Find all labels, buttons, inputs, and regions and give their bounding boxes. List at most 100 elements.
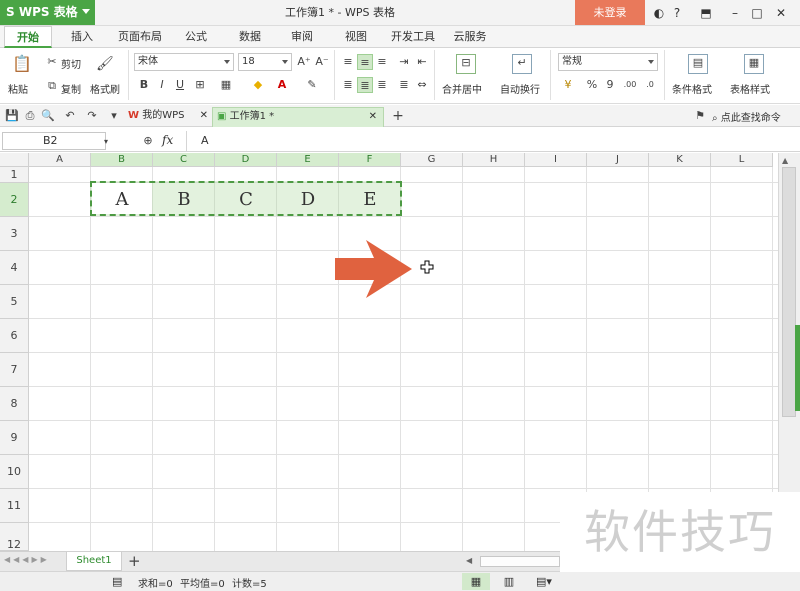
row-header[interactable]: 12	[0, 523, 29, 551]
copy-icon[interactable]: ⧉	[44, 78, 60, 94]
row-header[interactable]: 8	[0, 387, 29, 421]
currency-icon[interactable]: ¥	[560, 77, 576, 93]
tab-developer[interactable]: 开发工具	[386, 26, 440, 48]
font-size-select[interactable]: 18	[238, 53, 292, 71]
skin-icon[interactable]: ◐	[650, 4, 668, 22]
tab-review[interactable]: 审阅	[282, 26, 322, 48]
column-header[interactable]: L	[711, 153, 773, 167]
format-painter-icon[interactable]: 🖌	[96, 56, 114, 72]
search-command[interactable]: ⌕ 点此查找命令	[712, 109, 781, 124]
row-header[interactable]: 7	[0, 353, 29, 387]
chevron-down-icon[interactable]: ▾	[106, 108, 122, 124]
tab-workbook[interactable]: ▣ 工作簿1 * ✕	[212, 107, 384, 127]
save-icon[interactable]: 💾	[4, 108, 20, 124]
number-format-select[interactable]: 常规	[558, 53, 658, 71]
add-sheet-icon[interactable]: +	[128, 552, 141, 570]
tab-data[interactable]: 数据	[230, 26, 270, 48]
clear-format-icon[interactable]: ✎	[304, 77, 320, 93]
thousands-button[interactable]: 9	[602, 77, 618, 93]
column-header[interactable]: B	[91, 153, 153, 167]
merge-center-icon[interactable]: ⊟	[456, 54, 476, 74]
paste-icon[interactable]: 📋	[12, 56, 32, 76]
column-header[interactable]: A	[29, 153, 91, 167]
merge-center-button[interactable]: 合并居中	[442, 81, 482, 96]
font-color-icon[interactable]: A	[274, 77, 290, 93]
tab-home[interactable]: 开始	[4, 26, 52, 48]
indent-icon[interactable]: ⇥	[396, 54, 412, 70]
close-icon[interactable]: ✕	[369, 108, 377, 126]
cell-C2[interactable]: B	[153, 183, 215, 217]
merge-border-icon[interactable]: ▦	[218, 77, 234, 93]
column-header[interactable]: I	[525, 153, 587, 167]
side-panel-handle[interactable]	[795, 325, 800, 411]
fill-color-icon[interactable]: ◆	[250, 77, 266, 93]
align-middle-icon[interactable]: ≡	[357, 54, 373, 70]
function-button[interactable]: fx	[162, 133, 173, 147]
maximize-icon[interactable]: □	[748, 4, 766, 22]
redo-icon[interactable]: ↷	[84, 108, 100, 124]
row-header[interactable]: 3	[0, 217, 29, 251]
print-icon[interactable]: ⎙	[22, 108, 38, 124]
outdent-icon[interactable]: ⇤	[414, 54, 430, 70]
sidebar-toggle-icon[interactable]: ⚑	[692, 108, 708, 124]
underline-button[interactable]: U	[172, 77, 188, 93]
minimize-icon[interactable]: –	[726, 4, 744, 22]
fullscreen-icon[interactable]: ⬒	[697, 4, 715, 22]
align-top-icon[interactable]: ≡	[340, 54, 356, 70]
scrollbar-thumb[interactable]	[782, 167, 796, 417]
macro-icon[interactable]: ▤	[112, 575, 122, 588]
conditional-format-button[interactable]: 条件格式	[672, 81, 712, 96]
row-header[interactable]: 11	[0, 489, 29, 523]
sheet-nav-icons[interactable]: ◀◀◀▶▶	[4, 555, 50, 564]
app-menu-button[interactable]: S WPS 表格	[0, 0, 95, 25]
row-header[interactable]: 5	[0, 285, 29, 319]
cell-B2[interactable]: A	[91, 183, 153, 217]
select-all-corner[interactable]	[0, 153, 29, 167]
close-icon[interactable]: ✕	[772, 4, 790, 22]
font-name-select[interactable]: 宋体	[134, 53, 234, 71]
formula-input[interactable]: A	[186, 131, 798, 151]
undo-icon[interactable]: ↶	[62, 108, 78, 124]
print-preview-icon[interactable]: 🔍	[40, 108, 56, 124]
wrap-text-button[interactable]: 自动换行	[500, 81, 540, 96]
scroll-up-icon[interactable]: ▲	[782, 156, 788, 165]
cell-D2[interactable]: C	[215, 183, 277, 217]
row-header[interactable]: 10	[0, 455, 29, 489]
conditional-format-icon[interactable]: ▤	[688, 54, 708, 74]
wrap-text-icon[interactable]: ↵	[512, 54, 532, 74]
column-header[interactable]: E	[277, 153, 339, 167]
italic-button[interactable]: I	[154, 77, 170, 93]
percent-button[interactable]: %	[584, 77, 600, 93]
help-icon[interactable]: ?	[668, 4, 686, 22]
bold-button[interactable]: B	[136, 77, 152, 93]
chevron-down-icon[interactable]: ▾	[98, 134, 114, 150]
page-break-view-icon[interactable]: ▥	[498, 573, 520, 590]
cell-E2[interactable]: D	[277, 183, 339, 217]
row-header[interactable]: 9	[0, 421, 29, 455]
scissors-icon[interactable]: ✂	[44, 54, 60, 70]
tab-my-wps[interactable]: W 我的WPS ✕	[124, 107, 212, 127]
align-right-icon[interactable]: ≣	[374, 77, 390, 93]
border-icon[interactable]: ⊞	[192, 77, 208, 93]
format-painter-button[interactable]: 格式刷	[90, 81, 120, 96]
horizontal-scrollbar[interactable]	[480, 556, 560, 567]
align-bottom-icon[interactable]: ≡	[374, 54, 390, 70]
row-header[interactable]: 2	[0, 183, 29, 217]
tab-insert[interactable]: 插入	[60, 26, 104, 48]
scroll-left-icon[interactable]: ◀	[466, 556, 472, 565]
sheet-tab[interactable]: Sheet1	[66, 552, 122, 571]
zoom-icon[interactable]: ⊕	[140, 133, 156, 149]
layout-view-icon[interactable]: ▤▾	[530, 573, 558, 590]
decrease-decimal-icon[interactable]: .0	[642, 77, 658, 93]
new-tab-icon[interactable]: +	[390, 108, 406, 124]
tab-view[interactable]: 视图	[336, 26, 376, 48]
shrink-font-icon[interactable]: A⁻	[314, 54, 330, 70]
tab-formula[interactable]: 公式	[176, 26, 216, 48]
row-header[interactable]: 6	[0, 319, 29, 353]
row-header[interactable]: 4	[0, 251, 29, 285]
paste-button[interactable]: 粘贴	[8, 81, 28, 96]
justify-icon[interactable]: ≣	[396, 77, 412, 93]
column-header[interactable]: D	[215, 153, 277, 167]
cell-F2[interactable]: E	[339, 183, 401, 217]
copy-button[interactable]: 复制	[61, 81, 81, 96]
